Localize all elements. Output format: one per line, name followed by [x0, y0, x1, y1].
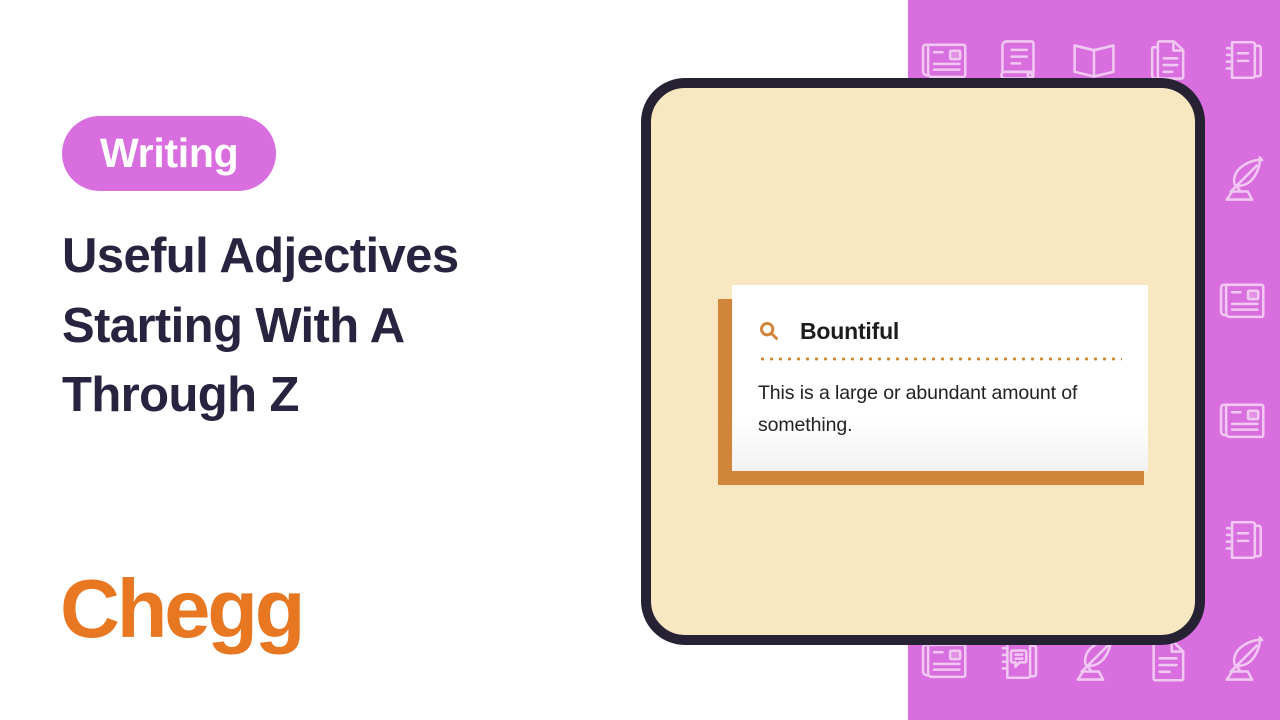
newspaper-icon: [1216, 393, 1270, 447]
notebook-icon: [1216, 33, 1270, 87]
result-term: Bountiful: [800, 317, 900, 344]
page-title-line-2: Starting With A: [62, 298, 405, 353]
search-icon: [758, 320, 780, 342]
result-card: Bountiful This is a large or abundant am…: [732, 285, 1148, 471]
result-definition: This is a large or abundant amount of so…: [758, 382, 1078, 436]
chegg-logo: Chegg: [60, 562, 305, 655]
result-card-header: Bountiful: [758, 315, 1122, 347]
category-badge-label: Writing: [100, 130, 239, 176]
definition-result: Bountiful This is a large or abundant am…: [718, 285, 1148, 485]
category-badge: Writing: [62, 116, 277, 191]
page-title-line-1: Useful Adjectives: [62, 229, 459, 283]
newspaper-icon: [1216, 273, 1270, 327]
left-content-column: Writing Useful Adjectives Starting With …: [0, 0, 620, 720]
quill-pen-icon: [1216, 153, 1270, 207]
device-card: Bountiful This is a large or abundant am…: [641, 78, 1205, 645]
quill-pen-icon: [1216, 633, 1270, 687]
notebook-icon: [1216, 513, 1270, 567]
dotted-divider: [758, 357, 1122, 361]
page-title: Useful Adjectives Starting With A Throug…: [62, 222, 582, 431]
page-title-line-3: Through Z: [62, 368, 299, 423]
